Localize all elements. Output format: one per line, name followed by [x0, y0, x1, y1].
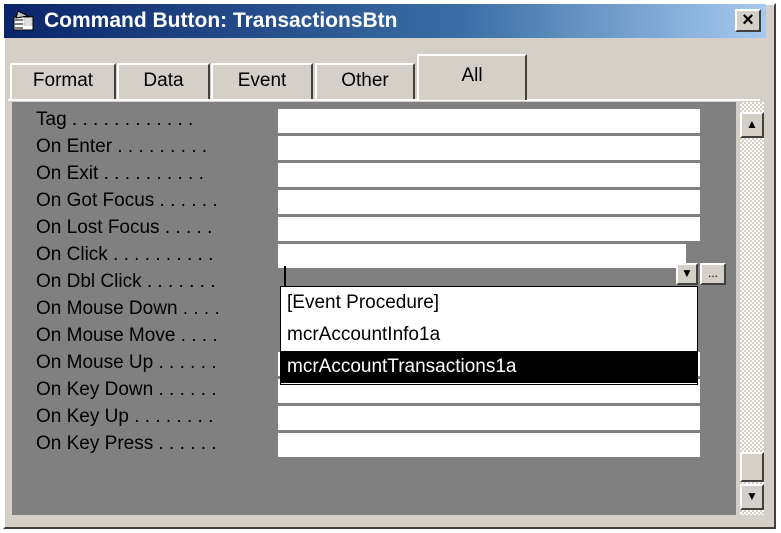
close-icon: ×: [742, 9, 754, 31]
on-click-dropdown-list: [Event Procedure] mcrAccountInfo1a mcrAc…: [280, 286, 698, 385]
tab-label: Event: [237, 70, 287, 91]
property-label: On Click . . . . . . . . . .: [36, 244, 214, 265]
property-label: On Exit . . . . . . . . . .: [36, 163, 204, 184]
chevron-down-icon: ▼: [681, 266, 693, 280]
property-value-field[interactable]: [278, 136, 700, 160]
vertical-scrollbar[interactable]: ▲ ▼: [740, 102, 764, 515]
property-value-field[interactable]: [278, 109, 700, 133]
property-row-on-key-press: On Key Press . . . . . .: [12, 431, 712, 457]
title-bar[interactable]: Command Button: TransactionsBtn ×: [4, 4, 766, 38]
property-label: On Lost Focus . . . . .: [36, 217, 213, 238]
text-cursor: [284, 266, 286, 286]
tab-label: Other: [341, 70, 389, 91]
ellipsis-icon: ...: [707, 266, 718, 280]
property-label: On Mouse Down . . . .: [36, 298, 220, 319]
property-label: On Mouse Move . . . .: [36, 325, 218, 346]
dropdown-option-selected[interactable]: mcrAccountTransactions1a: [281, 351, 697, 383]
property-value-field[interactable]: [278, 163, 700, 187]
tab-event[interactable]: Event: [211, 63, 313, 99]
property-value-field[interactable]: [278, 190, 700, 214]
property-label: On Mouse Up . . . . . .: [36, 352, 217, 373]
arrow-up-icon: ▲: [746, 117, 758, 131]
builder-button[interactable]: ...: [700, 263, 726, 285]
property-label: On Dbl Click . . . . . . .: [36, 271, 216, 292]
scroll-down-button[interactable]: ▼: [740, 484, 764, 510]
property-label: On Key Down . . . . . .: [36, 379, 217, 400]
tab-divider: [8, 99, 760, 101]
property-label: Tag . . . . . . . . . . . .: [36, 109, 194, 130]
property-row-tag: Tag . . . . . . . . . . . .: [12, 107, 712, 133]
tab-label: All: [461, 65, 483, 86]
arrow-down-icon: ▼: [746, 489, 758, 503]
property-row-on-exit: On Exit . . . . . . . . . .: [12, 161, 712, 187]
property-label: On Enter . . . . . . . . .: [36, 136, 208, 157]
tab-label: Data: [143, 70, 184, 91]
property-value-field[interactable]: [278, 217, 700, 241]
property-row-on-lost-focus: On Lost Focus . . . . .: [12, 215, 712, 241]
property-label: On Key Up . . . . . . . .: [36, 406, 214, 427]
property-row-on-got-focus: On Got Focus . . . . . .: [12, 188, 712, 214]
property-value-field[interactable]: [278, 433, 700, 457]
scroll-up-button[interactable]: ▲: [740, 112, 764, 138]
on-click-combo-input[interactable]: [278, 244, 686, 268]
close-button[interactable]: ×: [735, 9, 761, 32]
property-label: On Key Press . . . . . .: [36, 433, 217, 454]
property-row-on-enter: On Enter . . . . . . . . .: [12, 134, 712, 160]
property-value-field[interactable]: [278, 406, 700, 430]
dropdown-option[interactable]: [Event Procedure]: [281, 287, 697, 319]
tab-data[interactable]: Data: [117, 63, 210, 99]
property-row-on-key-up: On Key Up . . . . . . . .: [12, 404, 712, 430]
dropdown-arrow-button[interactable]: ▼: [676, 263, 698, 285]
scroll-thumb[interactable]: [740, 452, 764, 482]
window-title: Command Button: TransactionsBtn: [44, 9, 398, 32]
properties-sheet-icon: [12, 10, 36, 32]
dropdown-option[interactable]: mcrAccountInfo1a: [281, 319, 697, 351]
tab-all[interactable]: All: [417, 54, 527, 100]
tab-other[interactable]: Other: [315, 63, 415, 99]
tab-label: Format: [32, 70, 94, 91]
property-label: On Got Focus . . . . . .: [36, 190, 218, 211]
property-row-on-click: On Click . . . . . . . . . .: [12, 242, 712, 268]
tab-format[interactable]: Format: [10, 63, 116, 99]
